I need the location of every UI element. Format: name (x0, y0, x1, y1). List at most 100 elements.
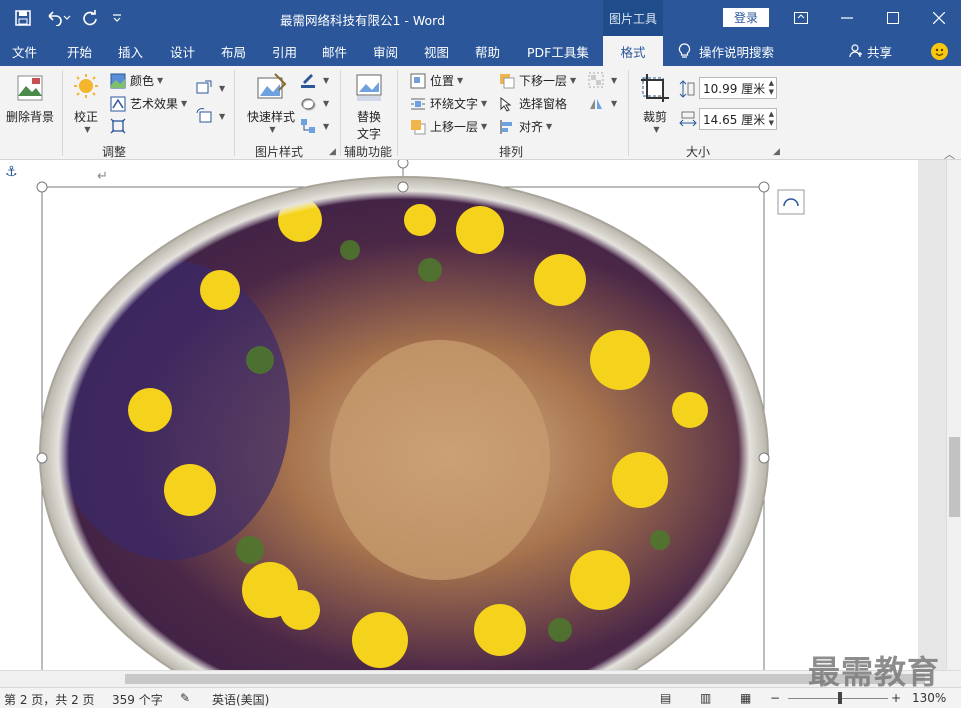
tab-format[interactable]: 格式 (603, 36, 663, 66)
rotate-icon (590, 99, 602, 109)
alt-text-button[interactable]: 替换 文字 (348, 72, 390, 142)
chevron-down-icon: ▼ (653, 125, 660, 134)
document-page[interactable]: ⚓ ↵ (0, 160, 918, 670)
align-icon (500, 119, 512, 134)
chevron-down-icon: ▼ (84, 125, 91, 134)
tab-view[interactable]: 视图 (424, 36, 449, 66)
wrap-text-button[interactable]: 环绕文字 ▼ (410, 95, 487, 112)
tab-insert[interactable]: 插入 (118, 36, 143, 66)
picture-border-button[interactable]: ▼ (300, 72, 329, 88)
group-label-accessibility: 辅助功能 (344, 145, 393, 159)
divider (62, 70, 63, 156)
spinner-arrows-icon[interactable]: ▲ ▼ (769, 79, 774, 97)
send-backward-icon (500, 73, 515, 88)
quick-styles-button[interactable]: 快速样式 ▼ (244, 72, 298, 134)
tab-file[interactable]: 文件 (12, 36, 37, 66)
reset-picture-icon (196, 108, 212, 123)
spinner-arrows-icon[interactable]: ▲ ▼ (769, 110, 774, 128)
document-area[interactable]: ⚓ ↵ (0, 160, 946, 670)
layout-options-button[interactable] (777, 189, 805, 215)
tab-mailings[interactable]: 邮件 (322, 36, 347, 66)
tab-references[interactable]: 引用 (272, 36, 297, 66)
redo-icon[interactable] (78, 6, 102, 30)
divider (234, 70, 235, 156)
remove-background-button[interactable]: 删除背景 (4, 72, 56, 125)
sun-icon (74, 74, 98, 98)
group-objects-button[interactable]: ▼ (588, 72, 617, 88)
bring-forward-button[interactable]: 上移一层 ▼ (410, 118, 487, 135)
picture-layout-button[interactable]: ▼ (300, 118, 329, 134)
picture-layout-icon (301, 119, 315, 133)
scroll-thumb[interactable] (125, 674, 925, 684)
tell-me-label: 操作说明搜索 (699, 44, 775, 60)
language[interactable]: 英语(美国) (212, 691, 269, 708)
remove-background-label: 删除背景 (5, 110, 54, 124)
divider (628, 70, 629, 156)
dialog-launcher-icon[interactable]: ◢ (329, 147, 336, 157)
width-spinner[interactable]: 14.65 厘米 ▲ ▼ (699, 108, 777, 130)
save-icon[interactable] (10, 6, 36, 30)
corrections-button[interactable]: 校正 ▼ (68, 72, 104, 134)
quick-styles-label: 快速样式 (246, 110, 295, 124)
vertical-scrollbar[interactable] (946, 160, 961, 670)
selection-pane-button[interactable]: 选择窗格 (499, 95, 567, 112)
picture-effects-button[interactable]: ▼ (300, 95, 329, 111)
height-spinner[interactable]: 10.99 厘米 ▲ ▼ (699, 77, 777, 99)
crop-button[interactable]: 裁剪 ▼ (636, 72, 674, 134)
anchor-icon[interactable]: ⚓ (5, 164, 18, 180)
ribbon-format: 删除背景 校正 ▼ 颜色 ▼ 艺术效果 ▼ ▼ ▼ 调整 快速样式 ▼ ▼ ▼ ▼ … (0, 66, 961, 161)
chevron-down-icon: ▼ (323, 98, 330, 108)
send-backward-button[interactable]: 下移一层 ▼ (499, 72, 576, 89)
rotate-handle[interactable] (397, 160, 409, 169)
compress-pictures-button[interactable] (110, 118, 130, 134)
page-count[interactable]: 第 2 页，共 2 页 (4, 691, 95, 708)
picture-effects-icon (301, 98, 316, 111)
height-icon (679, 80, 695, 98)
customize-quick-access-icon[interactable] (108, 6, 126, 30)
color-button[interactable]: 颜色 ▼ (110, 72, 163, 89)
maximize-icon[interactable] (870, 0, 916, 36)
print-layout-icon[interactable]: ▥ (700, 691, 711, 705)
ribbon-display-options-icon[interactable] (778, 0, 824, 36)
chevron-down-icon: ▼ (157, 76, 164, 85)
tell-me-search[interactable]: 操作说明搜索 (678, 36, 774, 66)
align-button[interactable]: 对齐 ▼ (499, 118, 552, 135)
alt-text-icon (356, 74, 382, 101)
tab-review[interactable]: 审阅 (373, 36, 398, 66)
position-icon (410, 73, 426, 88)
tab-help[interactable]: 帮助 (475, 36, 500, 66)
smiley-feedback-icon[interactable] (931, 43, 948, 60)
tab-design[interactable]: 设计 (170, 36, 195, 66)
corrections-label: 校正 (73, 110, 98, 124)
group-label-picture-styles: 图片样式 (255, 145, 304, 159)
word-count[interactable]: 359 个字 (112, 691, 163, 708)
artistic-effects-button[interactable]: 艺术效果 ▼ (110, 95, 187, 112)
share-button[interactable]: 共享 (849, 36, 892, 66)
tab-pdf-tools[interactable]: PDF工具集 (527, 36, 589, 66)
zoom-level[interactable]: 130% (912, 691, 946, 705)
minimize-icon[interactable] (824, 0, 870, 36)
zoom-in-icon[interactable]: + (891, 691, 901, 705)
window-title: 最需网络科技有限公1 - Word (280, 13, 446, 28)
tab-layout[interactable]: 布局 (221, 36, 246, 66)
zoom-out-icon[interactable]: − (770, 691, 780, 705)
scroll-thumb[interactable] (949, 437, 960, 517)
web-layout-icon[interactable]: ▦ (740, 691, 751, 705)
proofing-icon[interactable]: ✎ (180, 691, 190, 705)
login-button[interactable]: 登录 (723, 8, 769, 27)
crop-label: 裁剪 (642, 110, 667, 124)
change-picture-button[interactable]: ▼ (196, 80, 225, 96)
dialog-launcher-icon[interactable]: ◢ (773, 147, 780, 157)
position-button[interactable]: 位置 ▼ (410, 72, 463, 89)
reset-picture-button[interactable]: ▼ (196, 108, 225, 124)
close-icon[interactable] (916, 0, 961, 36)
rotate-button[interactable]: ▼ (588, 95, 617, 111)
chevron-down-icon: ▼ (323, 121, 330, 131)
zoom-slider-thumb[interactable] (838, 692, 842, 704)
chevron-down-icon: ▼ (481, 99, 488, 108)
undo-icon[interactable] (42, 6, 74, 30)
read-mode-icon[interactable]: ▤ (660, 691, 671, 705)
person-icon (849, 44, 862, 58)
tab-home[interactable]: 开始 (67, 36, 92, 66)
picture-color-icon (110, 73, 126, 88)
